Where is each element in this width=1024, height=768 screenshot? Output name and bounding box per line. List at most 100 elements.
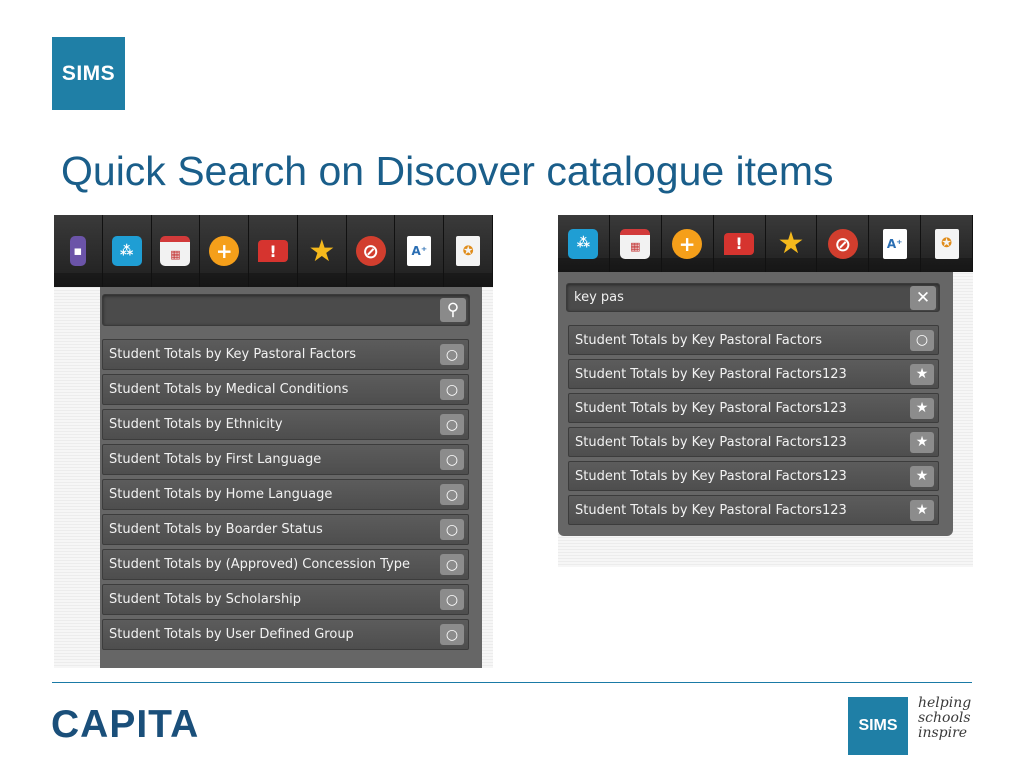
result-label: Student Totals by Key Pastoral Factors12…	[575, 366, 847, 382]
alert-icon: !	[258, 240, 289, 262]
result-row[interactable]: Student Totals by Key Pastoral Factors12…	[568, 461, 939, 491]
no-entry-icon: ⊘	[355, 236, 386, 266]
group-icon: ⁂	[568, 228, 599, 259]
result-row[interactable]: Student Totals by Key Pastoral Factors12…	[568, 359, 939, 389]
slide-title: Quick Search on Discover catalogue items	[61, 148, 834, 194]
result-row[interactable]: Student Totals by (Approved) Concession …	[102, 549, 469, 580]
document-icon: A⁺	[882, 228, 907, 259]
quick-search-input[interactable]	[103, 295, 440, 325]
catalogue-results: Student Totals by Key Pastoral Factors ○ S…	[102, 339, 469, 654]
result-row[interactable]: Student Totals by Medical Conditions ○	[102, 374, 469, 405]
result-label: Student Totals by Key Pastoral Factors	[575, 332, 823, 348]
result-label: Student Totals by Key Pastoral Factors12…	[575, 502, 847, 518]
favourite-star-icon[interactable]: ★	[910, 397, 934, 419]
circle-icon[interactable]: ○	[440, 344, 464, 365]
catalogue-list: ⚲ Student Totals by Key Pastoral Factors…	[100, 287, 482, 668]
result-row[interactable]: Student Totals by Scholarship ○	[102, 584, 469, 615]
discover-panel-default: ▪ ⁂ ▦ +! ★ ⊘ A⁺ ✪ ⚲ Student Totals by Key Pasto…	[54, 215, 493, 668]
result-label: Student Totals by (Approved) Concession …	[109, 557, 411, 572]
result-label: Student Totals by Scholarship	[109, 592, 302, 607]
favourite-star-icon[interactable]: ★	[910, 499, 934, 521]
result-row[interactable]: Student Totals by Key Pastoral Factors ○	[568, 325, 939, 355]
certificate-icon: ✪	[456, 236, 481, 266]
result-label: Student Totals by User Defined Group	[109, 627, 354, 642]
result-row[interactable]: Student Totals by Key Pastoral Factors12…	[568, 393, 939, 423]
result-row[interactable]: Student Totals by Boarder Status ○	[102, 514, 469, 545]
toolbar-button[interactable]: ★	[297, 215, 347, 287]
result-row[interactable]: Student Totals by Ethnicity ○	[102, 409, 469, 440]
toolbar-button[interactable]: ✪	[444, 215, 493, 287]
people-icon: ▪	[69, 236, 86, 266]
toolbar-button[interactable]: A⁺	[869, 215, 922, 272]
favourite-star-icon[interactable]: ★	[910, 363, 934, 385]
circle-icon[interactable]: ○	[440, 554, 464, 575]
add-icon: +	[672, 228, 703, 259]
toolbar-button[interactable]: ▦	[609, 215, 662, 272]
sims-logo: SIMS	[52, 37, 125, 110]
star-icon: ★	[777, 226, 805, 261]
toolbar-button[interactable]: +	[200, 215, 250, 287]
star-icon: ★	[308, 233, 336, 269]
circle-icon[interactable]: ○	[440, 379, 464, 400]
document-icon: A⁺	[407, 236, 432, 266]
capita-logo: CAPITA	[51, 703, 200, 746]
result-label: Student Totals by Key Pastoral Factors	[109, 347, 357, 362]
quick-search-box: ⚲	[102, 294, 470, 326]
favourite-star-icon[interactable]: ★	[910, 431, 934, 453]
add-icon: +	[209, 236, 240, 266]
footer-divider	[52, 682, 972, 683]
circle-icon[interactable]: ○	[440, 589, 464, 610]
toolbar-button[interactable]: !	[713, 215, 766, 272]
discover-toolbar: ⁂ ▦ +! ★ ⊘ A⁺ ✪	[558, 215, 973, 272]
discover-toolbar: ▪ ⁂ ▦ +! ★ ⊘ A⁺ ✪	[54, 215, 493, 287]
result-label: Student Totals by Home Language	[109, 487, 333, 502]
tagline-line: inspire	[918, 725, 968, 741]
result-row[interactable]: Student Totals by First Language ○	[102, 444, 469, 475]
catalogue-results: Student Totals by Key Pastoral Factors ○ S…	[568, 325, 939, 529]
result-label: Student Totals by Boarder Status	[109, 522, 323, 537]
group-icon: ⁂	[111, 236, 142, 266]
result-row[interactable]: Student Totals by Key Pastoral Factors12…	[568, 495, 939, 525]
toolbar-button[interactable]: ▪	[54, 215, 103, 287]
sims-logo-small: SIMS	[848, 697, 908, 755]
toolbar-button[interactable]: ⊘	[817, 215, 870, 272]
quick-search-input[interactable]	[567, 284, 910, 311]
toolbar-button[interactable]: +	[661, 215, 714, 272]
result-row[interactable]: Student Totals by Key Pastoral Factors12…	[568, 427, 939, 457]
result-label: Student Totals by Key Pastoral Factors12…	[575, 468, 847, 484]
result-row[interactable]: Student Totals by User Defined Group ○	[102, 619, 469, 650]
toolbar-button[interactable]: ★	[765, 215, 818, 272]
calendar-icon: ▦	[620, 228, 651, 259]
toolbar-button[interactable]: ▦	[151, 215, 201, 287]
tagline: helping schools inspire	[918, 696, 971, 741]
search-icon[interactable]: ⚲	[440, 298, 466, 322]
alert-icon: !	[724, 232, 755, 255]
circle-icon[interactable]: ○	[440, 449, 464, 470]
tagline-line: helping	[918, 695, 972, 711]
discover-panel-search: ⁂ ▦ +! ★ ⊘ A⁺ ✪ ✕ Student Totals by Key Pastor…	[558, 215, 973, 567]
no-entry-icon: ⊘	[827, 228, 858, 259]
clear-search-icon[interactable]: ✕	[910, 285, 936, 310]
result-label: Student Totals by First Language	[109, 452, 322, 467]
certificate-icon: ✪	[934, 228, 959, 259]
result-row[interactable]: Student Totals by Home Language ○	[102, 479, 469, 510]
tagline-line: schools	[918, 710, 971, 726]
toolbar-button[interactable]: ⁂	[102, 215, 152, 287]
toolbar-button[interactable]: A⁺	[395, 215, 445, 287]
result-label: Student Totals by Medical Conditions	[109, 382, 349, 397]
circle-icon[interactable]: ○	[440, 519, 464, 540]
result-row[interactable]: Student Totals by Key Pastoral Factors ○	[102, 339, 469, 370]
circle-icon[interactable]: ○	[440, 414, 464, 435]
calendar-icon: ▦	[160, 236, 191, 266]
circle-icon[interactable]: ○	[440, 624, 464, 645]
result-label: Student Totals by Key Pastoral Factors12…	[575, 434, 847, 450]
toolbar-button[interactable]: ⊘	[346, 215, 396, 287]
toolbar-button[interactable]: ✪	[921, 215, 973, 272]
toolbar-button[interactable]: !	[249, 215, 298, 287]
result-label: Student Totals by Ethnicity	[109, 417, 283, 432]
favourite-star-icon[interactable]: ★	[910, 465, 934, 487]
toolbar-button[interactable]: ⁂	[558, 215, 610, 272]
result-label: Student Totals by Key Pastoral Factors12…	[575, 400, 847, 416]
circle-icon[interactable]: ○	[910, 329, 934, 351]
circle-icon[interactable]: ○	[440, 484, 464, 505]
